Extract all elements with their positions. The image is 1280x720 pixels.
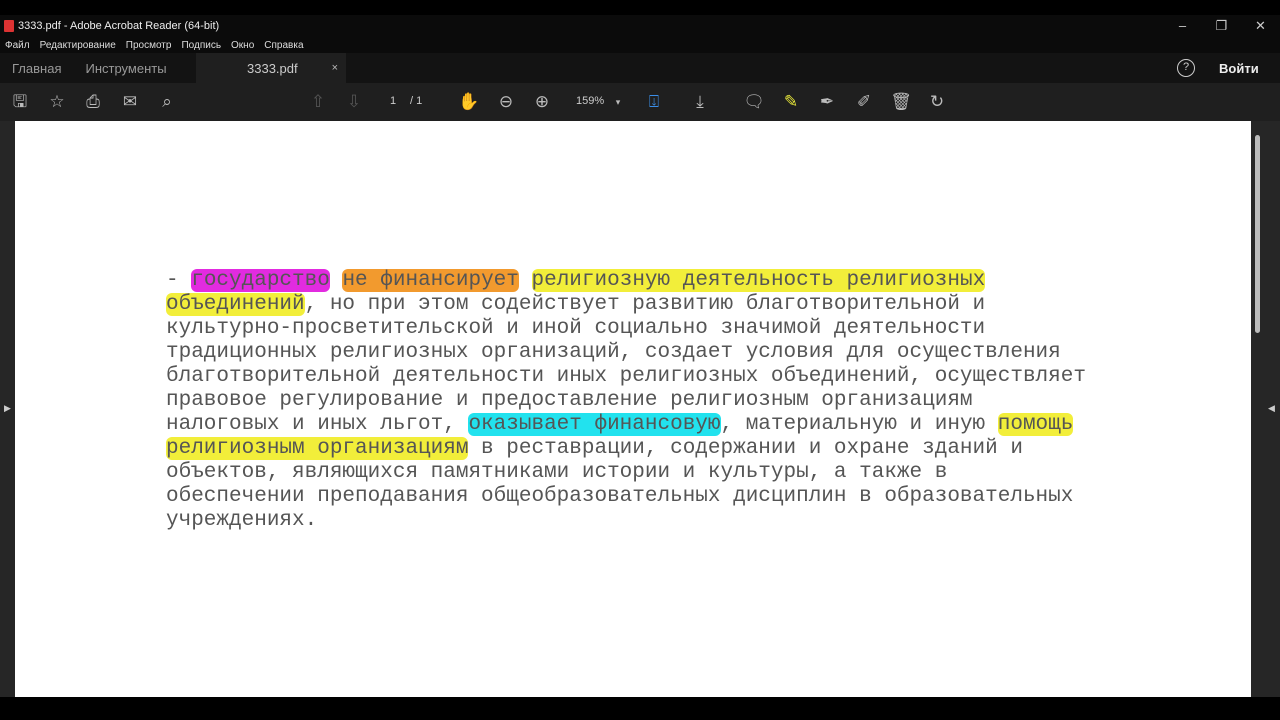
text-segment [330,269,343,292]
text-line: объектов, являющихся памятниками истории… [166,461,1086,485]
pdf-app-icon [4,20,14,32]
star-icon[interactable]: ☆ [46,92,68,112]
window-title: 3333.pdf - Adobe Acrobat Reader (64-bit) [18,20,220,32]
menu-view[interactable]: Просмотр [126,40,172,51]
text-line: обеспечении преподавания общеобразовател… [166,485,1086,509]
toolbar: 🖫 ☆ ⎙ ✉ ⌕ ⇧ ⇩ 1 / 1 ✋ ⊖ ⊕ 159% ▾ ⍗ ⤓ 🗨 ✎… [0,83,1280,121]
highlight-icon[interactable]: ✎ [780,92,802,112]
text-line: учреждениях. [166,509,1086,533]
text-line: благотворительной деятельности иных рели… [166,365,1086,389]
fit-page-icon[interactable]: ⍗ [643,92,665,112]
zoom-in-icon[interactable]: ⊕ [531,92,553,112]
help-icon[interactable]: ? [1177,59,1195,77]
menu-window[interactable]: Окно [231,40,254,51]
text-line: объединений, но при этом содействует раз… [166,293,1086,317]
document-viewer: - государство не финансирует религиозную… [0,121,1280,697]
scrollbar[interactable] [1255,135,1260,333]
print-icon[interactable]: ⎙ [82,92,104,112]
prev-page-icon[interactable]: ⇧ [307,92,329,112]
document-text: - государство не финансирует религиозную… [166,269,1086,533]
tab-tools[interactable]: Инструменты [73,61,178,76]
text-segment: благотворительной деятельности иных рели… [166,365,1086,388]
scroll-mode-icon[interactable]: ⤓ [689,92,711,112]
highlighted-text: объединений [166,293,305,316]
tab-document[interactable]: 3333.pdf × [196,53,346,83]
text-line: традиционных религиозных организаций, со… [166,341,1086,365]
text-line: культурно-просветительской и иной социал… [166,317,1086,341]
tab-bar: Главная Инструменты 3333.pdf × ? Войти [0,53,1280,83]
text-segment: , материальную и иную [720,413,998,436]
restore-button[interactable]: ❐ [1202,15,1241,37]
highlighted-text: религиозным организациям [166,437,469,460]
text-segment: , но при этом содействует развитию благо… [304,293,986,316]
text-segment: традиционных религиозных организаций, со… [166,341,1061,364]
highlighted-text: государство [191,269,330,292]
text-line: налоговых и иных льгот, оказывает финанс… [166,413,1086,437]
zoom-out-icon[interactable]: ⊖ [495,92,517,112]
menu-file[interactable]: Файл [5,40,30,51]
highlighted-text: оказывает финансовую [468,413,721,436]
highlighted-text: помощь [997,413,1074,436]
highlighted-text: религиозную деятельность религиозных [531,269,986,292]
hand-icon[interactable]: ✋ [458,92,480,112]
text-segment: налоговых и иных льгот, [166,413,469,436]
page-total: / 1 [410,95,423,107]
tab-document-label: 3333.pdf [247,60,298,76]
text-line: правовое регулирование и предоставление … [166,389,1086,413]
sign-icon[interactable]: ✒ [816,92,838,112]
text-segment: учреждениях. [166,509,318,532]
mail-icon[interactable]: ✉ [119,92,141,112]
search-icon[interactable]: ⌕ [156,92,178,112]
text-segment: - [166,269,192,292]
delete-icon[interactable]: 🗑 [890,92,912,112]
right-panel-toggle-icon[interactable]: ◀ [1268,403,1275,414]
menu-bar: Файл Редактирование Просмотр Подпись Окн… [0,37,1280,53]
left-panel-toggle-icon[interactable]: ▶ [4,403,11,414]
text-segment [519,269,532,292]
text-line: религиозным организациям в реставрации, … [166,437,1086,461]
text-segment: обеспечении преподавания общеобразовател… [166,485,1074,508]
page-number-input[interactable]: 1 [390,95,396,107]
minimize-button[interactable]: – [1163,15,1202,37]
pdf-page: - государство не финансирует религиозную… [15,121,1251,697]
text-segment: в реставрации, содержании и охране здани… [468,437,1023,460]
chevron-down-icon[interactable]: ▾ [607,92,629,112]
comment-icon[interactable]: 🗨 [743,92,765,112]
menu-sign[interactable]: Подпись [181,40,221,51]
highlighted-text: не финансирует [342,269,519,292]
menu-edit[interactable]: Редактирование [40,40,116,51]
login-button[interactable]: Войти [1219,61,1259,76]
save-icon[interactable]: 🖫 [9,92,31,112]
edit-pdf-icon[interactable]: ✐ [853,92,875,112]
close-tab-icon[interactable]: × [332,62,338,74]
text-line: - государство не финансирует религиозную… [166,269,1086,293]
text-segment: культурно-просветительской и иной социал… [166,317,986,340]
menu-help[interactable]: Справка [264,40,303,51]
rotate-icon[interactable]: ↻ [926,92,948,112]
text-segment: объектов, являющихся памятниками истории… [166,461,948,484]
tab-home[interactable]: Главная [0,61,73,76]
zoom-select[interactable]: 159% [576,95,604,107]
close-window-button[interactable]: ✕ [1241,15,1280,37]
next-page-icon[interactable]: ⇩ [343,92,365,112]
text-segment: правовое регулирование и предоставление … [166,389,973,412]
title-bar: 3333.pdf - Adobe Acrobat Reader (64-bit)… [0,15,1280,37]
